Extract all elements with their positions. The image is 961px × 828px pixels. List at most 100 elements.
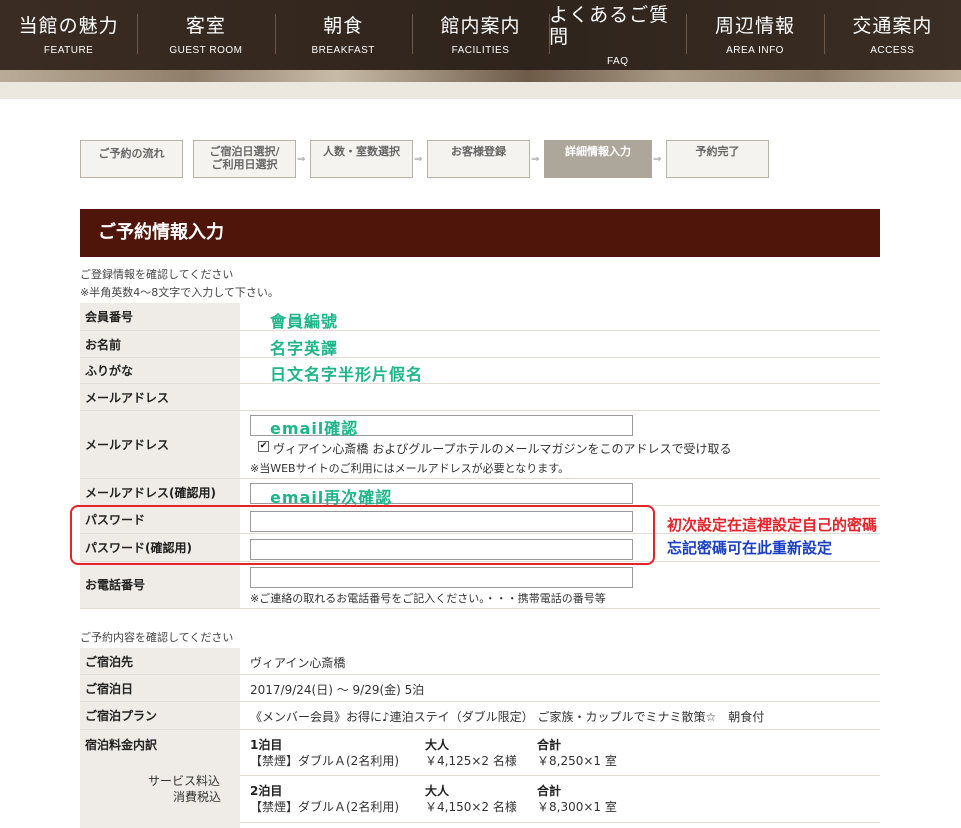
nav-label: 交通案内: [852, 14, 933, 37]
annotation-member-number: 會員編號: [270, 312, 339, 331]
hotel-value: ヴィアイン心斎橋: [250, 656, 346, 670]
step-arrow-icon: ⇒: [414, 154, 423, 165]
phone-input[interactable]: [250, 567, 633, 588]
hotel-label: ご宿泊先: [80, 648, 240, 674]
adult-price: ￥4,150×2 名様: [425, 800, 517, 814]
annotation-password-set: 初次設定在這裡設定自己的密碼: [667, 516, 878, 534]
annotation-furigana: 日文名字半形片假名: [270, 365, 424, 384]
header-banner-image: [0, 70, 961, 82]
annotation-name: 名字英譯: [270, 339, 339, 358]
total-header: 合計: [537, 784, 562, 798]
step-details-current: 詳細情報入力: [544, 140, 652, 178]
phone-note: ※ご連絡の取れるお電話番号をご記入ください。・・・携帯電話の番号等: [250, 592, 606, 605]
step-label: 予約完了: [695, 145, 740, 158]
step-flow: ご予約の流れ: [80, 140, 183, 178]
nav-label: 館内案内: [440, 14, 521, 37]
nav-faq[interactable]: よくあるご質問 FAQ: [549, 0, 686, 70]
adult-header: 大人: [425, 784, 450, 798]
night-label: 1泊目: [250, 738, 283, 752]
annotation-email-confirm: email再次確認: [270, 488, 393, 507]
adult-price: ￥4,125×2 名様: [425, 754, 517, 768]
stay-date-label: ご宿泊日: [80, 675, 240, 701]
nav-label: 周辺情報: [715, 14, 796, 37]
nav-label: 客室: [185, 14, 226, 37]
tax-note: 消費税込: [173, 790, 222, 804]
password-input[interactable]: [250, 511, 633, 532]
night-2-adult: 大人 ￥4,150×2 名様: [425, 783, 517, 815]
nav-sublabel: AREA INFO: [726, 44, 784, 56]
email-label: メールアドレス: [80, 384, 240, 410]
nav-feature[interactable]: 当館の魅力 FEATURE: [0, 0, 137, 70]
registration-note: ご登録情報を確認してください: [80, 268, 234, 281]
total-price: ￥8,300×1 室: [537, 800, 617, 814]
step-label: ご予約の流れ: [98, 147, 165, 160]
step-label: ご利用日選択: [211, 158, 278, 171]
step-complete: 予約完了: [666, 140, 769, 178]
night-1-total: 合計 ￥8,250×1 室: [537, 737, 617, 769]
rate-divider: [240, 822, 880, 823]
step-register: お客様登録: [427, 140, 530, 178]
nav-area-info[interactable]: 周辺情報 AREA INFO: [686, 0, 823, 70]
name-row: お名前: [80, 331, 880, 358]
step-label: 人数・室数選択: [323, 145, 400, 158]
step-label: ご宿泊日選択/: [209, 145, 280, 158]
total-price: ￥8,250×1 室: [537, 754, 617, 768]
room-type: 【禁煙】ダブルＡ(2名利用): [250, 754, 399, 768]
password-confirm-input[interactable]: [250, 539, 633, 560]
global-nav: 当館の魅力 FEATURE 客室 GUEST ROOM 朝食 BREAKFAST…: [0, 0, 961, 70]
nav-access[interactable]: 交通案内 ACCESS: [823, 0, 961, 70]
header-band: [0, 82, 961, 99]
nav-sublabel: FEATURE: [43, 44, 94, 56]
hotel-row: ご宿泊先 ヴィアイン心斎橋: [80, 648, 880, 675]
annotation-email: email確認: [270, 419, 359, 438]
nav-label: 当館の魅力: [18, 14, 119, 37]
step-arrow-icon: ⇒: [653, 154, 662, 165]
night-label: 2泊目: [250, 784, 283, 798]
nav-sublabel: BREAKFAST: [311, 44, 375, 56]
email-edit-label: メールアドレス: [80, 411, 240, 478]
stay-date-row: ご宿泊日 2017/9/24(日) ～ 9/29(金) 5泊: [80, 675, 880, 702]
name-label: お名前: [80, 331, 240, 357]
newsletter-checkbox[interactable]: ✔: [258, 441, 269, 452]
stay-date-value: 2017/9/24(日) ～ 9/29(金) 5泊: [250, 683, 425, 697]
furigana-label: ふりがな: [80, 358, 240, 383]
email-confirm-label: メールアドレス(確認用): [80, 479, 240, 505]
rate-divider: [240, 775, 880, 776]
member-number-label: 会員番号: [80, 303, 240, 330]
night-1-adult: 大人 ￥4,125×2 名様: [425, 737, 517, 769]
nav-breakfast[interactable]: 朝食 BREAKFAST: [274, 0, 412, 70]
nav-guest-room[interactable]: 客室 GUEST ROOM: [137, 0, 274, 70]
email-row: メールアドレス: [80, 384, 880, 411]
nav-label: 朝食: [323, 14, 364, 37]
night-2-info: 2泊目 【禁煙】ダブルＡ(2名利用): [250, 783, 399, 815]
password-label: パスワード: [80, 506, 240, 533]
nav-sublabel: GUEST ROOM: [169, 44, 243, 56]
service-charge-note: サービス料込: [148, 774, 221, 788]
night-1-info: 1泊目 【禁煙】ダブルＡ(2名利用): [250, 737, 399, 769]
page-title: ご予約情報入力: [80, 209, 880, 257]
total-header: 合計: [537, 738, 562, 752]
step-arrow-icon: ⇒: [531, 154, 540, 165]
nav-sublabel: FACILITIES: [451, 44, 510, 56]
nav-label: よくあるご質問: [549, 3, 670, 48]
nav-sublabel: FAQ: [607, 55, 629, 67]
password-confirm-label: パスワード(確認用): [80, 534, 240, 561]
nav-facilities[interactable]: 館内案内 FACILITIES: [411, 0, 549, 70]
step-arrow-icon: ⇒: [297, 154, 306, 165]
step-date-select: ご宿泊日選択/ ご利用日選択: [193, 140, 296, 178]
annotation-password-reset: 忘記密碼可在此重新設定: [667, 539, 833, 557]
nav-sublabel: ACCESS: [870, 44, 915, 56]
password-format-note: ※半角英数4～8文字で入力して下さい。: [80, 286, 279, 299]
adult-header: 大人: [425, 738, 450, 752]
plan-label: ご宿泊プラン: [80, 702, 240, 729]
phone-label: お電話番号: [80, 562, 240, 608]
step-label: 詳細情報入力: [565, 145, 631, 158]
plan-value: 《メンバー会員》お得に♪連泊ステイ（ダブル限定） ご家族・カップルでミナミ散策☆…: [250, 710, 765, 724]
plan-row: ご宿泊プラン 《メンバー会員》お得に♪連泊ステイ（ダブル限定） ご家族・カップル…: [80, 702, 880, 730]
reservation-note: ご予約内容を確認してください: [80, 631, 234, 644]
step-label: お客様登録: [451, 145, 506, 158]
email-required-note: ※当WEBサイトのご利用にはメールアドレスが必要となります。: [250, 462, 570, 475]
newsletter-label: ヴィアイン心斎橋 およびグループホテルのメールマガジンをこのアドレスで受け取る: [273, 442, 732, 456]
night-2-total: 合計 ￥8,300×1 室: [537, 783, 617, 815]
furigana-row: ふりがな: [80, 358, 880, 384]
